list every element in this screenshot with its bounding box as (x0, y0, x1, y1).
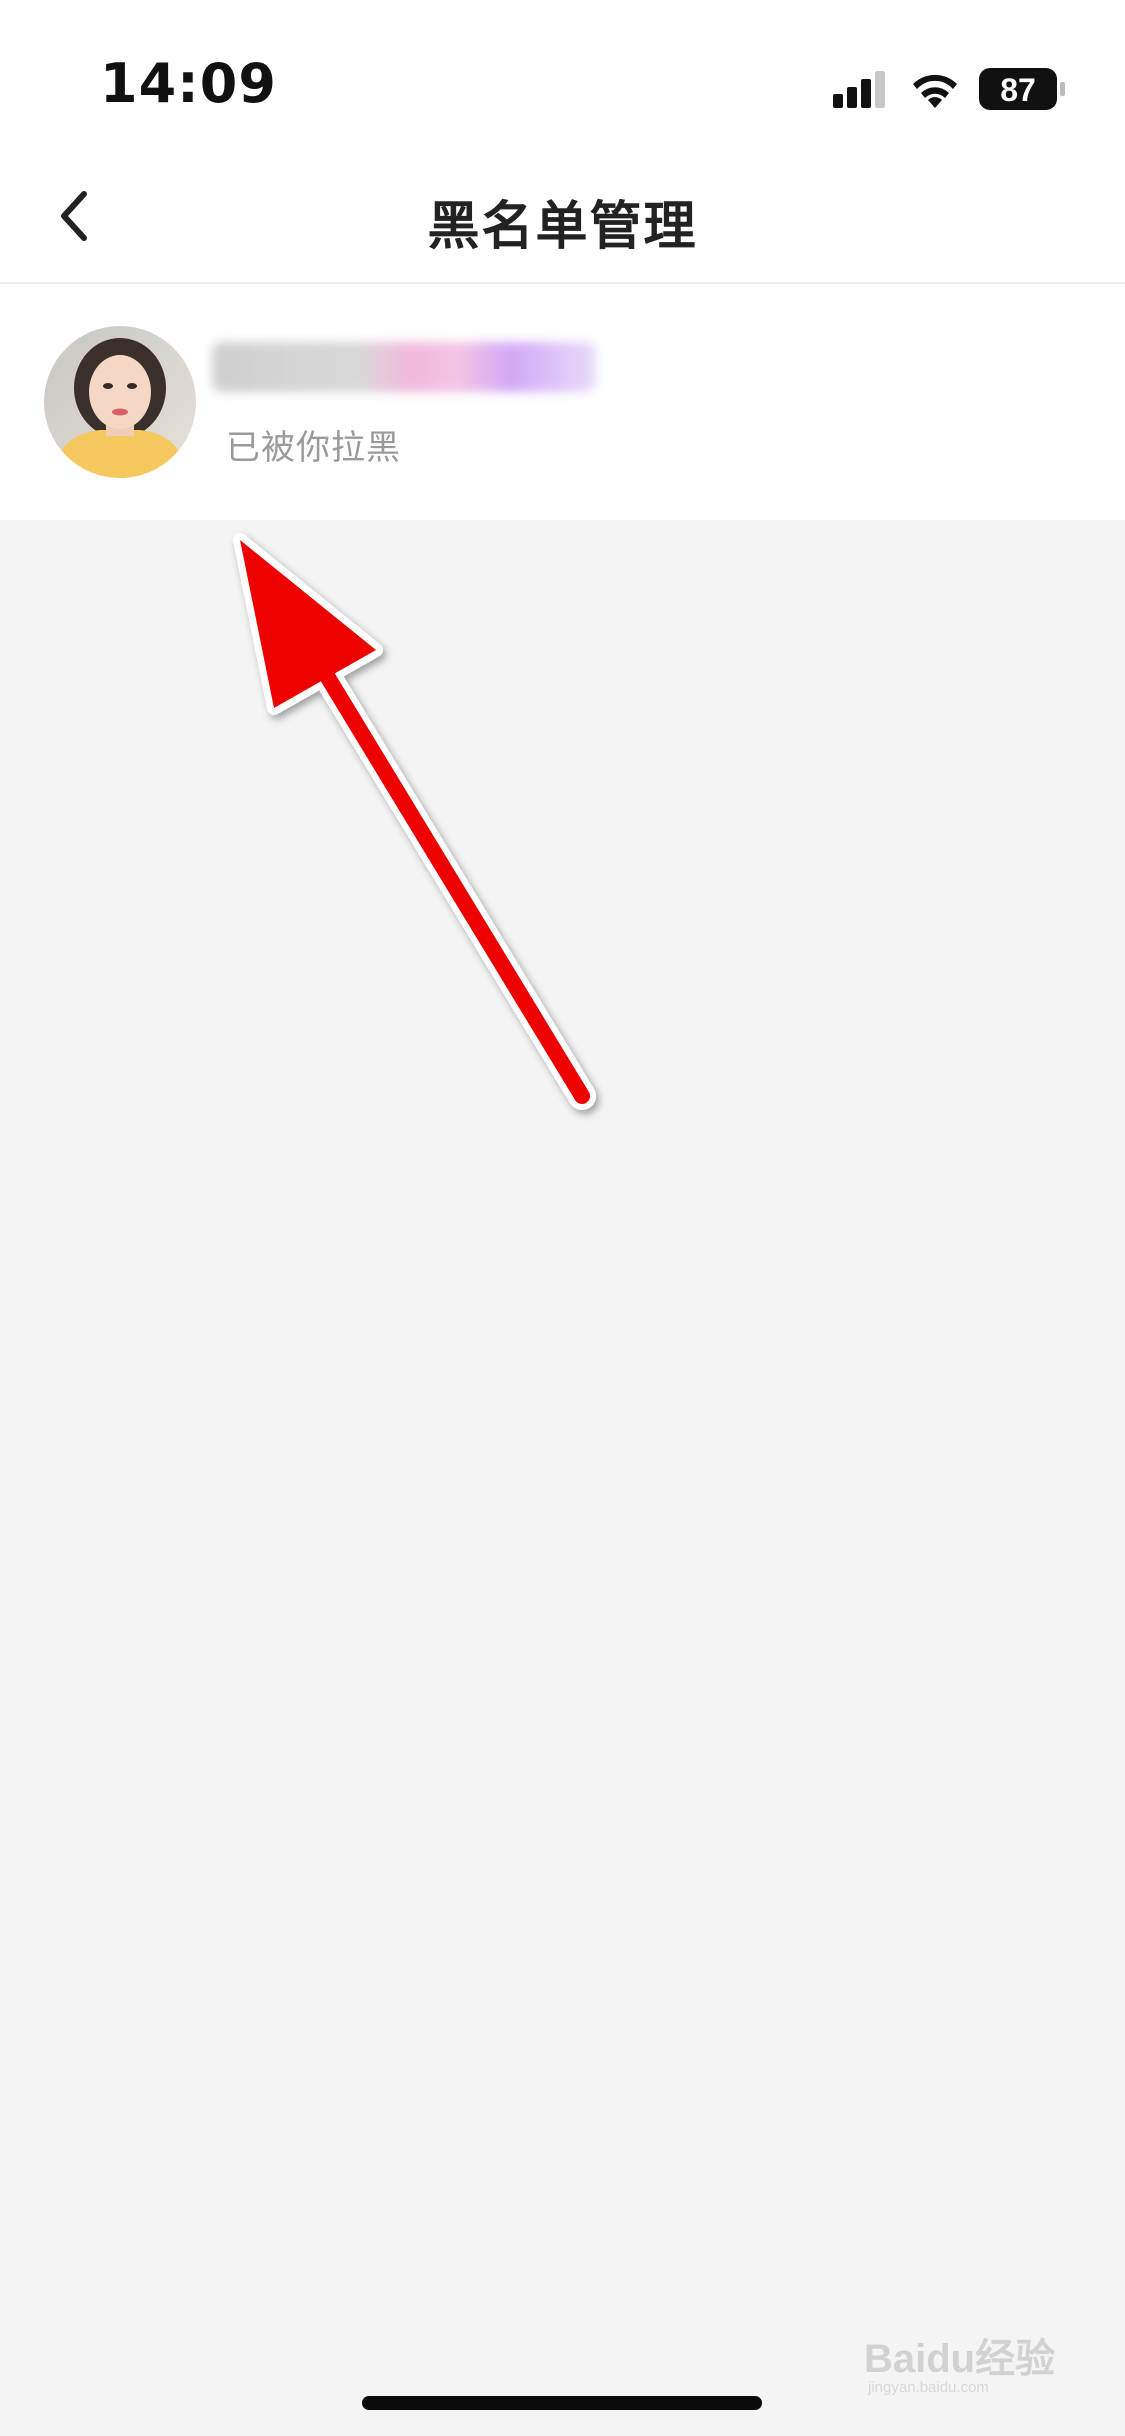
status-time: 14:09 (100, 52, 277, 115)
status-icons: 87 (829, 66, 1069, 114)
status-bar: 14:09 87 (0, 0, 1125, 150)
battery-icon: 87 (979, 68, 1065, 110)
avatar[interactable] (44, 326, 196, 478)
watermark-logo-text: Baidu经验 (864, 2337, 1055, 2381)
battery-level-text: 87 (1000, 72, 1036, 108)
signal-icon (833, 71, 885, 108)
nav-bar: 黑名单管理 (0, 150, 1125, 284)
page-title: 黑名单管理 (427, 197, 698, 257)
wifi-icon (913, 74, 957, 108)
blocked-status-label: 已被你拉黑 (226, 428, 401, 468)
blocked-user-row[interactable]: 已被你拉黑 (0, 284, 1125, 520)
home-indicator[interactable] (362, 2396, 762, 2410)
blurred-username (212, 342, 596, 392)
baidu-watermark: Baidu经验 jingyan.baidu.com (864, 2337, 1055, 2396)
watermark-sub-text: jingyan.baidu.com (867, 2379, 989, 2396)
